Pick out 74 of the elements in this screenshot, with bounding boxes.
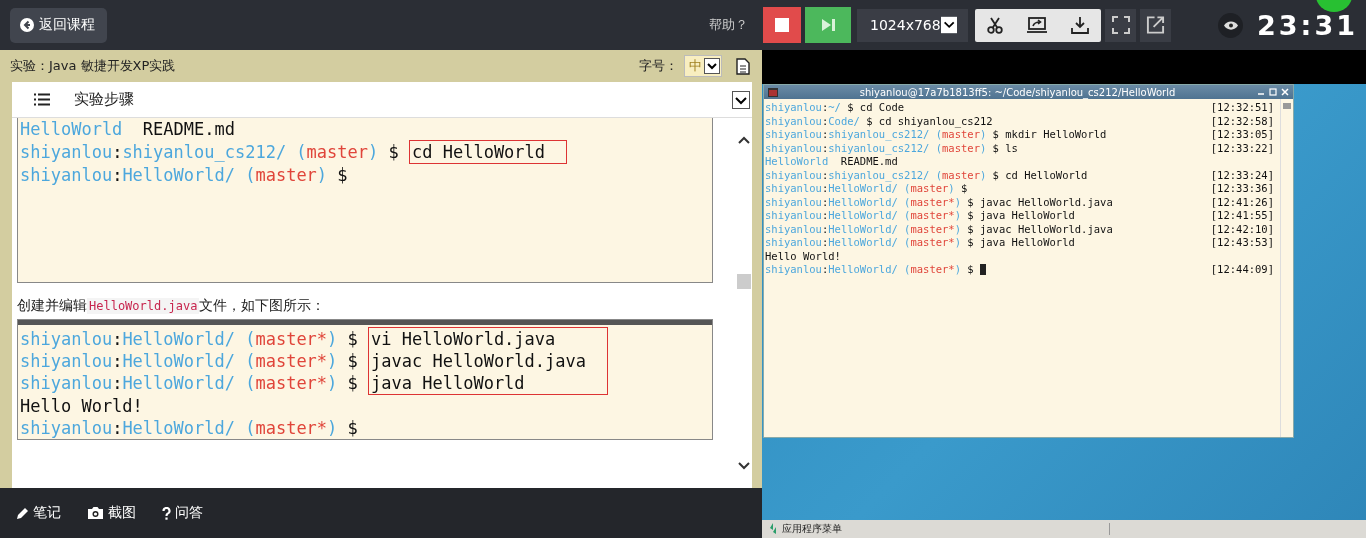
list-icon[interactable] (34, 93, 50, 106)
timestamp: [12:41:55] (1210, 209, 1274, 223)
terminal-line: shiyanlou:HelloWorld/ (master*) $ java HelloWorld (765, 236, 1075, 250)
fullscreen-button[interactable] (1105, 8, 1136, 42)
questions-link[interactable]: 问答 (162, 504, 203, 522)
timestamp: [12:41:26] (1210, 195, 1274, 209)
skip-icon (821, 19, 835, 31)
terminal-line: shiyanlou:~/ $ cd Code (765, 101, 905, 115)
timestamp: [12:33:22] (1210, 141, 1274, 155)
terminal-line: shiyanlou:Code/ $ cd shiyanlou_cs212 (765, 114, 993, 128)
resolution-select[interactable]: 1024x768 (857, 8, 968, 42)
terminal-line: shiyanlou:HelloWorld/ (master*) $ (20, 417, 359, 439)
timestamp: [12:42:10] (1210, 222, 1274, 236)
notes-link[interactable]: 笔记 (16, 504, 61, 522)
back-button[interactable]: 返回课程 (10, 7, 107, 43)
pencil-icon (16, 506, 29, 520)
view-button[interactable] (1218, 12, 1244, 38)
terminal-line: Hello World! (765, 249, 841, 263)
dropdown-chevron-icon[interactable] (732, 90, 750, 109)
instruction-text: 创建并编辑 HelloWorld.java文件，如下图所示： (17, 297, 327, 315)
timestamp: [12:32:58] (1210, 114, 1274, 128)
terminal-line: Hello World! (20, 395, 144, 417)
text-cursor (980, 264, 986, 276)
terminal-line: HelloWorld README.md (765, 155, 898, 169)
lab-title: 实验：Java 敏捷开发XP实践 (10, 57, 177, 75)
scroll-down-icon[interactable] (737, 462, 750, 470)
back-arrow-icon (20, 18, 34, 32)
terminal-line: shiyanlou:shiyanlou_cs212/ (master) $ ls (765, 141, 1018, 155)
terminal-line: shiyanlou:HelloWorld/ (master) $ (20, 164, 349, 186)
screenshot-link[interactable]: 截图 (87, 504, 136, 522)
question-icon (162, 506, 171, 520)
timestamp: [12:32:51] (1210, 101, 1274, 115)
font-size-label: 字号： (639, 57, 678, 75)
section-title: 实验步骤 (74, 90, 135, 109)
terminal-line: shiyanlou:shiyanlou_cs212/ (master) $ cd HelloWorld (765, 168, 1088, 182)
terminal-line: shiyanlou:HelloWorld/ (master*) $ vi HelloWorld.java (20, 327, 710, 350)
terminal-icon (768, 87, 778, 97)
terminal-line: shiyanlou:shiyanlou_cs212/ (master) $ mkdir HelloWorld (765, 128, 1107, 142)
fullscreen-icon (1111, 16, 1130, 34)
terminal-line: HelloWorld README.md (20, 118, 236, 140)
camera-icon (87, 506, 104, 520)
external-link-icon (1146, 15, 1165, 35)
timestamp: [12:33:24] (1210, 168, 1274, 182)
eye-icon (1223, 20, 1238, 30)
terminal-line: shiyanlou:HelloWorld/ (master*) $ javac HelloWorld.java (765, 195, 1113, 209)
timer: 23:31 (1257, 9, 1358, 41)
scrollbar-thumb[interactable] (1283, 103, 1291, 109)
terminal-line: shiyanlou:HelloWorld/ (master*) $ javac HelloWorld.java (20, 350, 710, 372)
terminal-line: shiyanlou:HelloWorld/ (master*) $ java HelloWorld (20, 372, 710, 395)
chevron-down-icon (940, 16, 957, 34)
stop-button[interactable] (763, 7, 801, 43)
timestamp: [12:33:36] (1210, 182, 1274, 196)
document-icon[interactable] (736, 57, 750, 75)
timestamp: [12:43:53] (1210, 236, 1274, 250)
terminal-line: shiyanlou:HelloWorld/ (master*) $ java HelloWorld (765, 209, 1075, 223)
close-icon[interactable] (1281, 88, 1289, 96)
timestamp: [12:33:05] (1210, 128, 1274, 142)
open-external-button[interactable] (1140, 8, 1171, 42)
terminal-line: shiyanlou:HelloWorld/ (master*) $ (765, 263, 986, 277)
terminal-line: shiyanlou:HelloWorld/ (master) $ (765, 182, 968, 196)
terminal-line: shiyanlou:HelloWorld/ (master*) $ javac HelloWorld.java (765, 222, 1113, 236)
terminal-line: shiyanlou:shiyanlou_cs212/ (master) $ cd HelloWorld (20, 140, 710, 164)
maximize-icon[interactable] (1269, 88, 1277, 96)
stop-icon (775, 18, 789, 32)
scroll-up-icon[interactable] (737, 136, 750, 144)
scrollbar-thumb[interactable] (736, 274, 751, 289)
chevron-down-icon (704, 58, 720, 74)
download-icon[interactable] (1071, 16, 1089, 34)
help-link[interactable]: 帮助？ (709, 16, 748, 34)
scissors-icon[interactable] (987, 16, 1003, 34)
timestamp: [12:44:09] (1210, 263, 1274, 277)
window-title: shiyanlou@17a7b1813ff5: ~/Code/shiyanlou_cs212/HelloWorld (858, 86, 1177, 98)
screen-share-icon[interactable] (1027, 16, 1047, 34)
app-menu[interactable]: 应用程序菜单 (782, 522, 842, 536)
